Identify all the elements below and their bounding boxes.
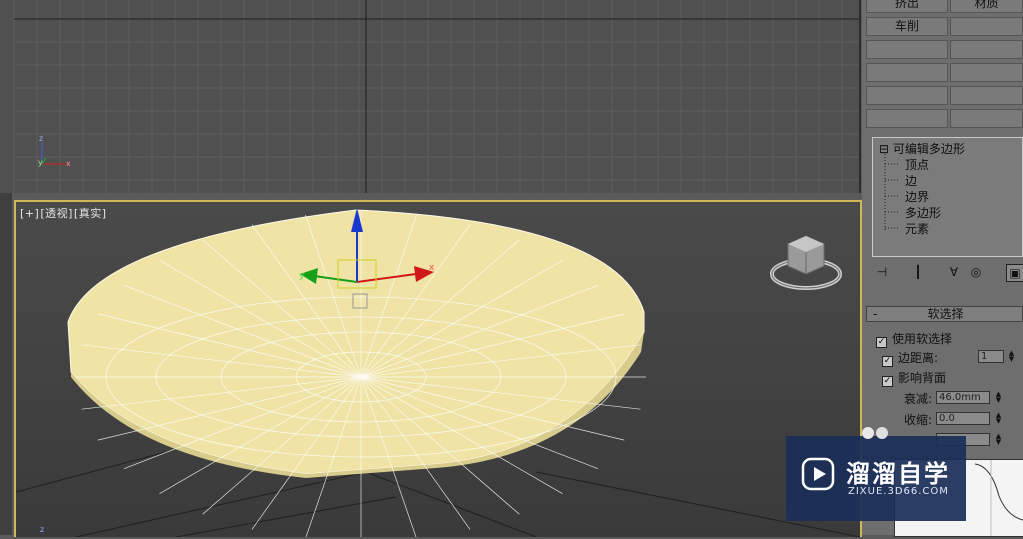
axis-label-z: z: [39, 134, 43, 143]
axis-label-x: x: [66, 159, 71, 168]
falloff-label: 衰减:: [904, 392, 933, 406]
empty-modifier-button[interactable]: [866, 40, 948, 59]
pin-stack-icon[interactable]: ⊣: [874, 264, 890, 280]
empty-modifier-button[interactable]: [866, 86, 948, 105]
soft-selection-title: 软选择: [927, 307, 964, 321]
edge-distance-checkbox[interactable]: ✓ 边距离:: [882, 349, 939, 367]
modifier-stack: ⊟ 可编辑多边形 顶点 边 边界 多边形 元素: [872, 137, 1023, 257]
decorative-orbs-icon: [862, 427, 888, 439]
empty-modifier-button[interactable]: [950, 40, 1023, 59]
material-modifier-button[interactable]: 材质: [950, 0, 1023, 13]
viewcube-icon[interactable]: [770, 235, 842, 290]
falloff-input[interactable]: 46.0mm: [936, 391, 990, 404]
stack-toolbar: ⊣ ┃ ∀ ◎ ▣: [872, 264, 1023, 282]
empty-modifier-button[interactable]: [866, 109, 948, 128]
viewport-menu-shading[interactable]: [真实]: [74, 207, 107, 220]
perspective-viewport[interactable]: x y z [+][透视][真实]: [14, 200, 862, 537]
watermark-title: 溜溜自学: [846, 460, 950, 488]
affect-backfacing-checkbox[interactable]: ✓ 影响背面: [882, 369, 947, 387]
edge-distance-spinner[interactable]: ▲ ▼: [1007, 350, 1016, 363]
stack-item-border[interactable]: 边界: [905, 188, 929, 205]
top-viewport-grid: z y x: [13, 0, 859, 193]
show-end-result-icon[interactable]: ┃: [910, 264, 926, 280]
empty-modifier-button[interactable]: [950, 109, 1023, 128]
edge-distance-input[interactable]: 1: [978, 350, 1004, 363]
extrude-modifier-button[interactable]: 挤出: [866, 0, 948, 13]
stack-item-polygon[interactable]: 多边形: [905, 204, 941, 221]
empty-modifier-button[interactable]: [866, 63, 948, 82]
falloff-spinner[interactable]: ▲ ▼: [994, 391, 1003, 404]
stack-item-edge[interactable]: 边: [905, 172, 917, 189]
empty-modifier-button[interactable]: [950, 86, 1023, 105]
affect-backfacing-label: 影响背面: [898, 371, 947, 385]
viewport-label[interactable]: [+][透视][真实]: [20, 205, 108, 221]
checkbox-checked-icon[interactable]: ✓: [882, 356, 893, 367]
axis-label-z-bottom: z: [40, 525, 44, 534]
viewport-menu-perspective[interactable]: [透视]: [40, 207, 73, 220]
checkbox-checked-icon[interactable]: ✓: [882, 376, 893, 387]
pinch-input[interactable]: 0.0: [936, 412, 990, 425]
axis-tripod-top: z y x: [38, 134, 71, 168]
viewport-menu-plus[interactable]: [+]: [20, 207, 39, 220]
make-unique-icon[interactable]: ∀: [946, 264, 962, 280]
edge-distance-label: 边距离:: [898, 351, 939, 365]
remove-modifier-icon[interactable]: ◎: [968, 264, 984, 280]
configure-sets-icon[interactable]: ▣: [1006, 264, 1023, 282]
use-soft-selection-checkbox[interactable]: ✓ 使用软选择: [876, 330, 953, 348]
stack-item-vertex[interactable]: 顶点: [905, 156, 929, 173]
bubble-spinner[interactable]: ▲ ▼: [994, 433, 1003, 446]
top-viewport[interactable]: z y x: [0, 0, 861, 193]
play-logo-icon: [801, 457, 835, 491]
checkbox-checked-icon[interactable]: ✓: [876, 337, 887, 348]
gizmo-x-label: x: [429, 263, 435, 273]
axis-label-y: y: [38, 158, 43, 167]
perspective-scene: x y z: [16, 208, 860, 537]
watermark-logo: 溜溜自学 ZIXUE.3D66.COM: [786, 436, 966, 521]
stack-item-element[interactable]: 元素: [905, 220, 929, 237]
pinch-spinner[interactable]: ▲ ▼: [994, 412, 1003, 425]
pinch-label: 收缩:: [904, 413, 933, 427]
empty-modifier-button[interactable]: [950, 63, 1023, 82]
gizmo-y-label: y: [299, 271, 305, 281]
watermark-url: ZIXUE.3D66.COM: [848, 486, 949, 497]
soft-selection-header[interactable]: - 软选择: [866, 306, 1023, 322]
lathe-modifier-button[interactable]: 车削: [866, 17, 948, 36]
empty-modifier-button[interactable]: [950, 17, 1023, 36]
use-soft-selection-label: 使用软选择: [892, 332, 953, 346]
